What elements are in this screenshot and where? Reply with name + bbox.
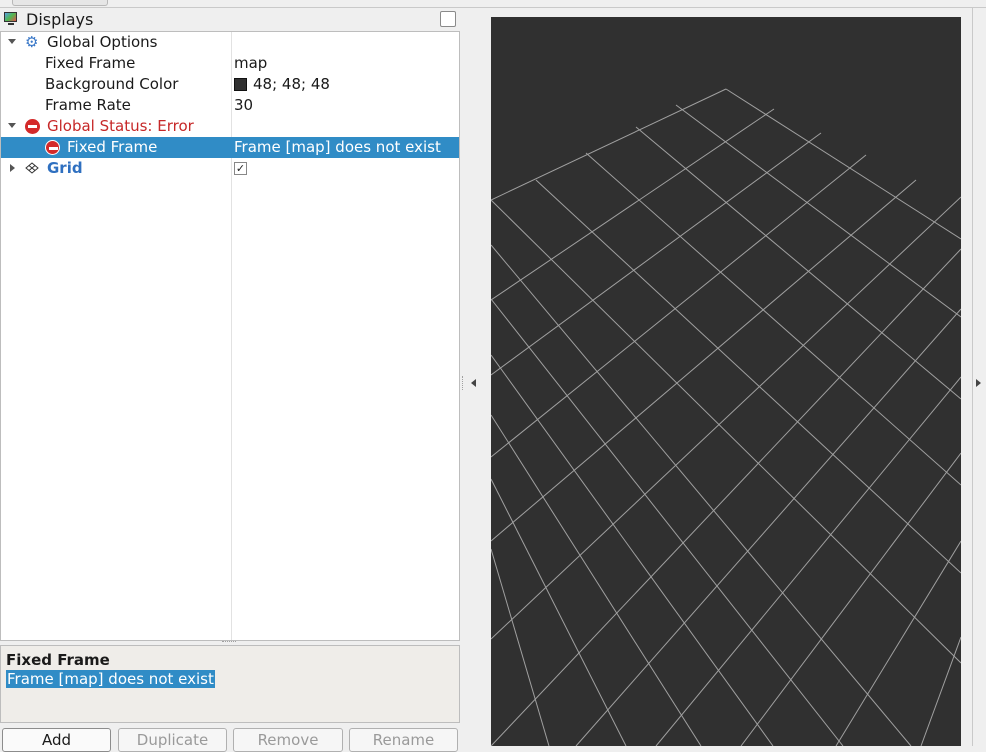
tree-row-grid[interactable]: Grid ✓	[1, 158, 459, 179]
grid-line	[491, 154, 867, 458]
grid-line	[575, 308, 961, 746]
collapse-arrow-icon[interactable]	[10, 164, 15, 172]
tree-row-fixed-frame[interactable]: Fixed Frame map	[1, 53, 459, 74]
tree-row-status-fixed-frame[interactable]: Fixed Frame Frame [map] does not exist	[1, 137, 459, 158]
frame-rate-value[interactable]: 30	[234, 96, 253, 114]
grid-line	[920, 636, 961, 746]
fixed-frame-value[interactable]: map	[234, 54, 267, 72]
grid-line	[491, 298, 844, 746]
status-fixed-frame-value: Frame [map] does not exist	[234, 138, 441, 156]
grid-line	[740, 452, 961, 746]
grid-line	[535, 179, 961, 574]
tree-row-global-options[interactable]: ⚙ Global Options	[1, 32, 459, 53]
grid-line	[491, 199, 961, 664]
duplicate-button[interactable]: Duplicate	[118, 728, 227, 752]
tree-row-frame-rate[interactable]: Frame Rate 30	[1, 95, 459, 116]
grid-line	[635, 126, 961, 400]
background-color-value: 48; 48; 48	[253, 75, 330, 93]
displays-title: Displays	[26, 10, 94, 29]
grid-icon	[25, 162, 39, 174]
background-color-value-cell[interactable]: 48; 48; 48	[234, 75, 330, 93]
grid-line	[491, 478, 627, 746]
render-3d-view[interactable]	[491, 17, 961, 746]
description-text[interactable]: Frame [map] does not exist	[6, 670, 215, 688]
expand-arrow-icon[interactable]	[8, 123, 16, 128]
color-swatch[interactable]	[234, 78, 247, 91]
grid-line	[491, 196, 961, 640]
monitor-icon	[4, 12, 17, 22]
grid-line	[725, 88, 961, 240]
background-color-label: Background Color	[45, 75, 179, 93]
grid-line	[491, 548, 550, 746]
property-description: Fixed Frame Frame [map] does not exist	[0, 645, 460, 723]
grid-line	[835, 540, 961, 746]
vertical-splitter-handle[interactable]	[462, 376, 466, 390]
collapse-left-icon[interactable]	[471, 379, 476, 387]
tab-stub[interactable]	[12, 0, 108, 6]
displays-tree[interactable]: ⚙ Global Options Fixed Frame map Backgro…	[0, 31, 460, 641]
top-tab-strip	[0, 0, 986, 8]
tree-row-background-color[interactable]: Background Color 48; 48; 48	[1, 74, 459, 95]
gear-icon: ⚙	[25, 33, 39, 51]
displays-panel-header: Displays	[0, 8, 460, 30]
grid-label: Grid	[47, 159, 83, 177]
error-icon	[45, 140, 60, 155]
error-icon	[25, 119, 40, 134]
fixed-frame-label: Fixed Frame	[45, 54, 136, 72]
undock-button[interactable]	[440, 11, 456, 27]
grid-line	[491, 88, 727, 201]
grid-enabled-checkbox[interactable]: ✓	[234, 162, 247, 175]
add-button[interactable]: Add	[2, 728, 111, 752]
frame-rate-label: Frame Rate	[45, 96, 131, 114]
grid-line	[491, 179, 917, 542]
collapse-right-icon[interactable]	[976, 379, 981, 387]
grid-line	[491, 414, 702, 746]
global-options-label: Global Options	[47, 33, 158, 51]
tree-row-global-status[interactable]: Global Status: Error	[1, 116, 459, 137]
grid-line	[675, 104, 961, 318]
global-status-label: Global Status: Error	[47, 117, 194, 135]
rename-button[interactable]: Rename	[349, 728, 458, 752]
status-fixed-frame-label: Fixed Frame	[67, 138, 158, 156]
ground-grid	[491, 88, 961, 746]
grid-line	[491, 244, 912, 746]
grid-line	[491, 132, 822, 376]
description-title: Fixed Frame	[6, 651, 110, 669]
right-dock-edge	[972, 8, 973, 746]
expand-arrow-icon[interactable]	[8, 39, 16, 44]
monitor-stand	[8, 23, 14, 25]
remove-button[interactable]: Remove	[233, 728, 343, 752]
